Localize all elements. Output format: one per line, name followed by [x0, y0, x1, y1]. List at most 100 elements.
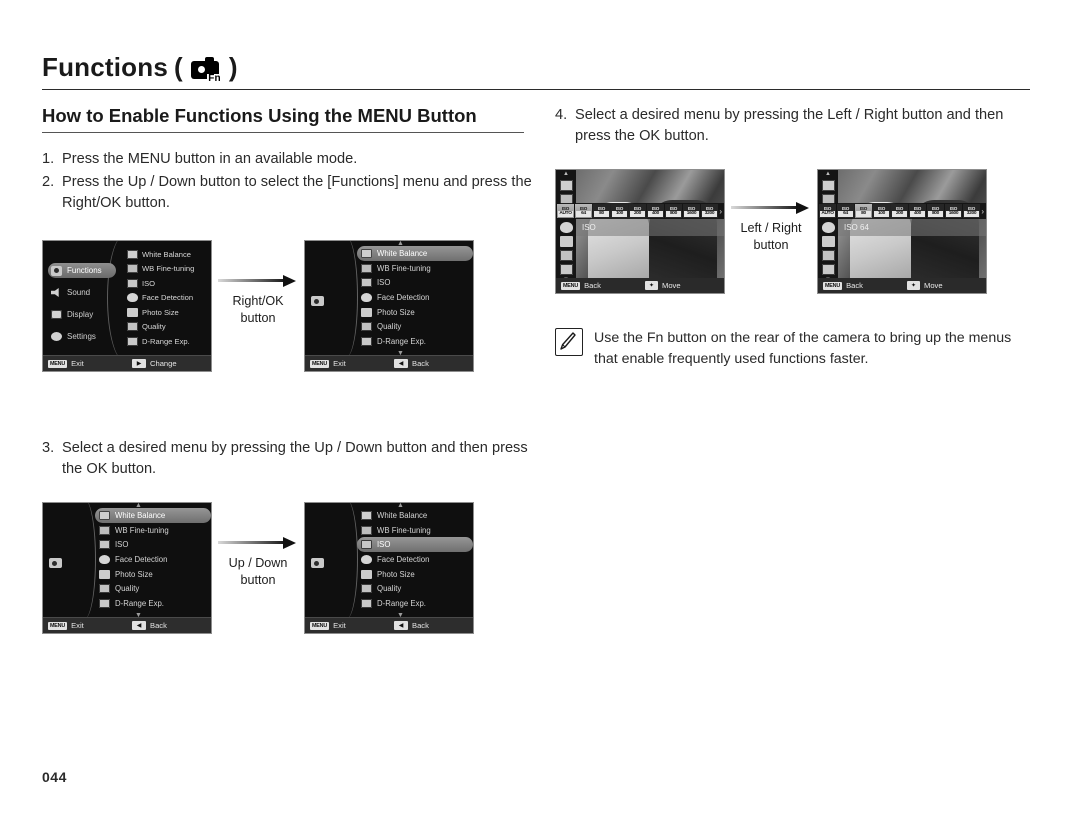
- iso-option[interactable]: ISO 800: [927, 204, 944, 218]
- face-detection-icon[interactable]: [821, 222, 835, 233]
- iso-option[interactable]: ISO 3200: [963, 204, 980, 218]
- iso-value-label: ISO 64: [844, 223, 869, 232]
- iso-option[interactable]: ISO 400: [909, 204, 926, 218]
- move-action[interactable]: ✦ Move: [640, 281, 724, 290]
- back-action[interactable]: MENU Back: [556, 281, 640, 290]
- iso-option[interactable]: ISO 80: [593, 204, 610, 218]
- white-balance-icon[interactable]: [821, 180, 835, 191]
- chevron-right-icon[interactable]: ›: [981, 207, 986, 216]
- function-item-quality[interactable]: Quality: [95, 581, 211, 596]
- function-item-iso[interactable]: ISO: [357, 537, 473, 553]
- move-label: Move: [662, 281, 681, 290]
- function-item-label: WB Fine-tuning: [377, 263, 431, 273]
- iso-option[interactable]: ISO 80: [855, 204, 872, 218]
- function-side-rail: ▲ ▼: [556, 170, 576, 283]
- iso-option[interactable]: ISO 3200: [701, 204, 718, 218]
- function-item-iso[interactable]: ISO: [357, 275, 473, 290]
- function-item-d-range-exp[interactable]: D-Range Exp.: [357, 596, 473, 611]
- change-action[interactable]: ▶ Change: [127, 359, 211, 368]
- function-item-face-detection[interactable]: Face Detection: [357, 290, 473, 305]
- camera-screen-main-menu: Functions Sound Display Settings White B…: [42, 240, 212, 372]
- iso-icon: [361, 540, 372, 550]
- function-item-wb-fine-tuning[interactable]: WB Fine-tuning: [357, 523, 473, 538]
- iso-option[interactable]: ISO 64: [837, 204, 854, 218]
- section-divider: [42, 132, 524, 133]
- list-item: Photo Size: [125, 305, 211, 320]
- camera-screen-live-iso64: ▲ ▼ ISO AUTO ISO 64: [817, 169, 987, 294]
- face-detection-icon[interactable]: [559, 222, 573, 233]
- menu-category-display[interactable]: Display: [48, 307, 116, 322]
- photo-size-icon[interactable]: [559, 236, 573, 247]
- face-detection-icon: [127, 293, 138, 303]
- function-item-face-detection[interactable]: Face Detection: [95, 552, 211, 567]
- menu-key-icon: MENU: [310, 359, 330, 368]
- iso-option[interactable]: ISO 64: [575, 204, 592, 218]
- category-rail: Functions Sound Display Settings: [43, 241, 119, 361]
- iso-option[interactable]: ISO 1600: [945, 204, 962, 218]
- function-item-d-range-exp[interactable]: D-Range Exp.: [95, 596, 211, 611]
- quality-icon[interactable]: [821, 250, 835, 261]
- function-list: White Balance WB Fine-tuning ISO Face De…: [357, 508, 473, 611]
- function-item-white-balance[interactable]: White Balance: [95, 508, 211, 523]
- menu-category-sound[interactable]: Sound: [48, 285, 116, 300]
- d-range-icon[interactable]: [559, 264, 573, 275]
- function-item-quality[interactable]: Quality: [357, 319, 473, 334]
- photo-size-icon[interactable]: [821, 236, 835, 247]
- exit-action[interactable]: MENU Exit: [305, 621, 389, 630]
- white-balance-icon: [361, 510, 372, 520]
- back-action[interactable]: ◀ Back: [389, 359, 473, 368]
- d-range-icon[interactable]: [821, 264, 835, 275]
- function-item-wb-fine-tuning[interactable]: WB Fine-tuning: [95, 523, 211, 538]
- back-action[interactable]: MENU Back: [818, 281, 902, 290]
- exit-action[interactable]: MENU Exit: [43, 359, 127, 368]
- list-item-label: D-Range Exp.: [142, 336, 190, 346]
- menu-category-functions[interactable]: Functions: [48, 263, 116, 278]
- back-action[interactable]: ◀ Back: [389, 621, 473, 630]
- function-item-photo-size[interactable]: Photo Size: [357, 305, 473, 320]
- function-item-quality[interactable]: Quality: [357, 581, 473, 596]
- iso-option[interactable]: ISO 100: [611, 204, 628, 218]
- chevron-up-icon[interactable]: ▲: [563, 171, 569, 177]
- face-detection-icon: [361, 554, 372, 564]
- chevron-up-icon[interactable]: ▲: [825, 171, 831, 177]
- function-item-d-range-exp[interactable]: D-Range Exp.: [357, 334, 473, 349]
- list-item: D-Range Exp.: [125, 334, 211, 349]
- function-item-white-balance[interactable]: White Balance: [357, 508, 473, 523]
- function-item-photo-size[interactable]: Photo Size: [95, 567, 211, 582]
- connector-label-line1: Right/OK: [232, 294, 284, 308]
- iso-option[interactable]: ISO 200: [629, 204, 646, 218]
- iso-option[interactable]: ISO AUTO: [557, 204, 574, 218]
- menu-category-settings[interactable]: Settings: [48, 329, 116, 344]
- step-1-number: 1.: [42, 151, 55, 167]
- connector-label-line2: button: [240, 573, 276, 587]
- step-4-text: Select a desired menu by pressing the Le…: [575, 107, 1004, 144]
- iso-icon: [361, 278, 372, 288]
- white-balance-icon[interactable]: [559, 180, 573, 191]
- back-action[interactable]: ◀ Back: [127, 621, 211, 630]
- screen-bottom-bar: MENU Exit ▶ Change: [43, 355, 211, 371]
- function-item-white-balance[interactable]: White Balance: [357, 246, 473, 261]
- iso-icon: [127, 278, 138, 288]
- iso-option[interactable]: ISO 100: [873, 204, 890, 218]
- iso-option[interactable]: ISO AUTO: [819, 204, 836, 218]
- list-curve: [335, 241, 358, 357]
- quality-icon[interactable]: [559, 250, 573, 261]
- exit-action[interactable]: MENU Exit: [305, 359, 389, 368]
- function-item-iso[interactable]: ISO: [95, 537, 211, 552]
- menu-key-icon: MENU: [48, 359, 68, 368]
- move-action[interactable]: ✦ Move: [902, 281, 986, 290]
- iso-option[interactable]: ISO 200: [891, 204, 908, 218]
- d-range-icon: [361, 598, 372, 608]
- iso-option[interactable]: ISO 1600: [683, 204, 700, 218]
- iso-option[interactable]: ISO 400: [647, 204, 664, 218]
- function-preview-list: White Balance WB Fine-tuning ISO Face De…: [125, 247, 211, 349]
- exit-action[interactable]: MENU Exit: [43, 621, 127, 630]
- iso-option[interactable]: ISO 800: [665, 204, 682, 218]
- function-item-wb-fine-tuning[interactable]: WB Fine-tuning: [357, 261, 473, 276]
- connector-label-line1: Up / Down: [228, 556, 288, 570]
- function-item-face-detection[interactable]: Face Detection: [357, 552, 473, 567]
- chevron-right-icon[interactable]: ›: [719, 207, 724, 216]
- function-item-photo-size[interactable]: Photo Size: [357, 567, 473, 582]
- iso-option-value: 80: [856, 210, 871, 217]
- iso-option-value: 80: [594, 210, 609, 217]
